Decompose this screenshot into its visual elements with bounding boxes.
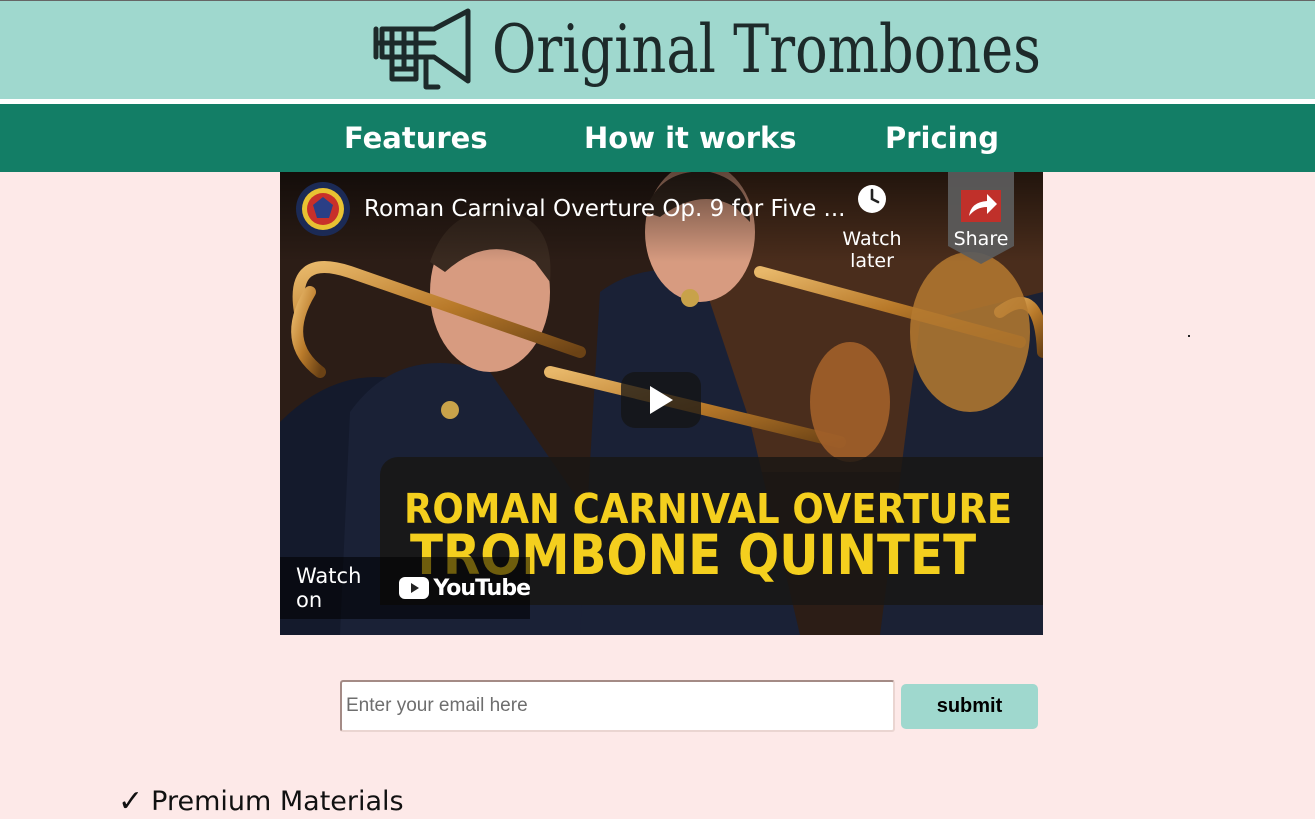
watch-later-label: Watch later [842,228,902,272]
share-arrow-icon [961,190,1001,222]
play-button[interactable] [621,372,701,428]
submit-button[interactable]: submit [901,684,1038,729]
email-input[interactable] [340,680,895,732]
youtube-wordmark: YouTube [433,575,531,601]
watch-on-youtube-link[interactable]: Watch on YouTube [280,557,531,619]
nav-link-features[interactable]: Features [344,118,488,158]
share-label: Share [953,228,1009,250]
main-nav: Features How it works Pricing [0,104,1315,172]
watch-on-label: Watch on [296,564,362,612]
youtube-logo: YouTube [399,575,531,601]
channel-avatar[interactable] [296,182,350,236]
trumpet-icon [373,8,471,90]
stray-dot [1188,335,1190,337]
play-icon [650,386,673,414]
army-band-logo-icon [302,188,344,230]
header: Original Trombones [0,0,1315,99]
share-button[interactable]: Share [948,172,1014,264]
video-title[interactable]: Roman Carnival Overture Op. 9 for Five .… [364,196,845,222]
clock-icon [858,185,886,213]
nav-link-pricing[interactable]: Pricing [885,118,999,158]
feature-label: Premium Materials [151,786,404,817]
video-embed[interactable]: Roman Carnival Overture Op. 9 for Five .… [280,172,1043,635]
watch-later-button[interactable]: Watch later [820,180,924,272]
nav-link-how-it-works[interactable]: How it works [584,118,797,158]
brand-logo[interactable]: Original Trombones [372,7,1161,93]
youtube-play-icon [399,577,430,599]
brand-name: Original Trombones [492,11,1041,88]
